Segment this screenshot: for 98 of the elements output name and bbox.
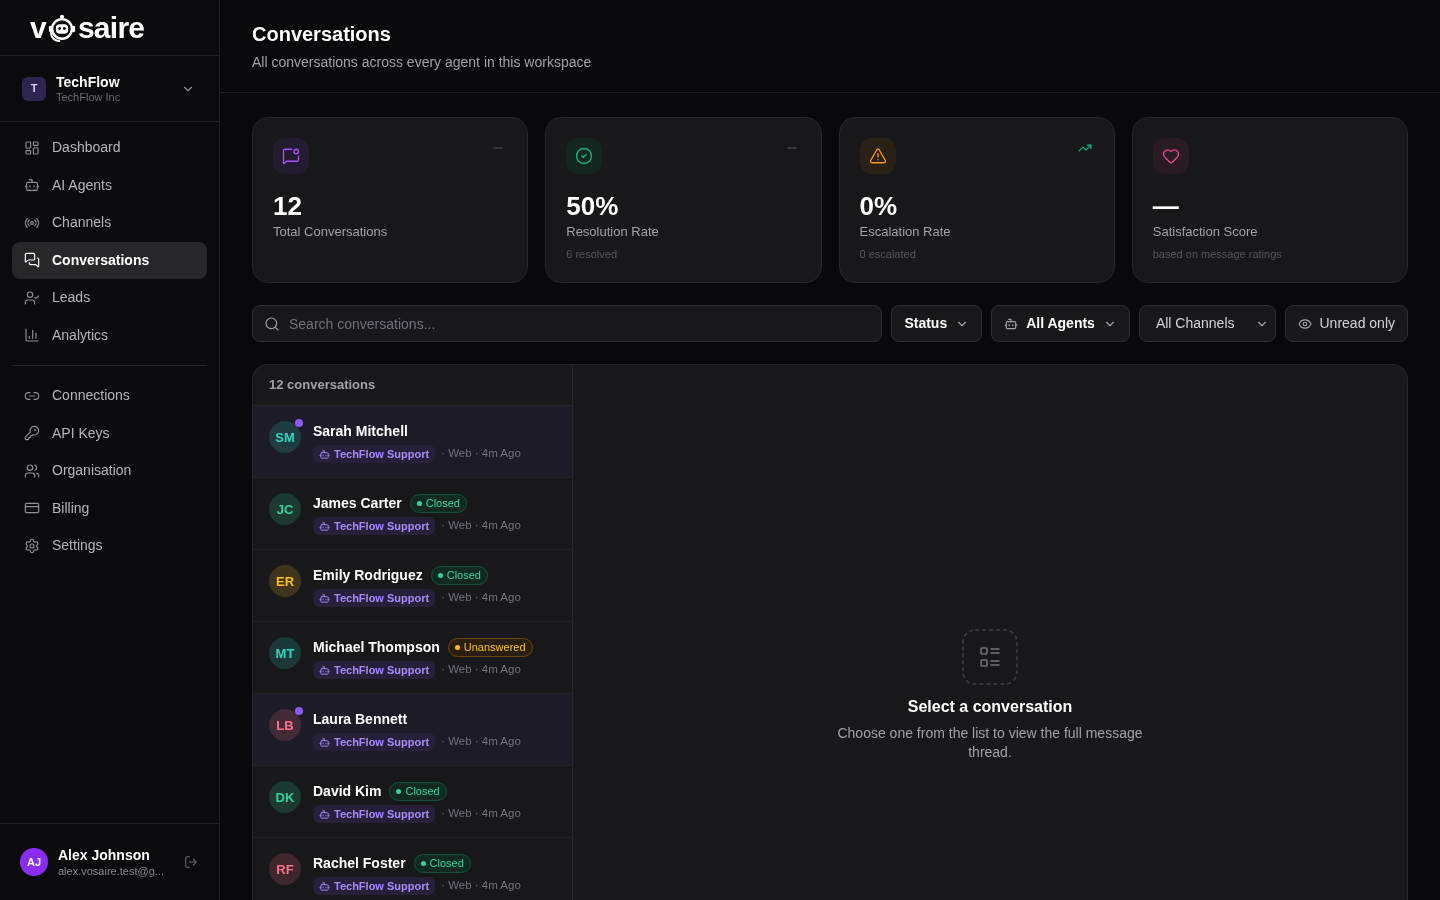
search-field[interactable]: Search conversations... <box>252 305 883 342</box>
contact-name: Laura Bennett <box>313 710 408 729</box>
robot-icon <box>319 736 330 748</box>
stat-note: based on message ratings <box>1152 247 1282 262</box>
contact-name: David Kim <box>313 782 382 801</box>
avatar-initials: ER <box>275 574 295 588</box>
agent-name: TechFlow Support <box>334 664 430 676</box>
search-icon <box>264 315 280 332</box>
user-email: alex.vosaire.test@g... <box>58 863 164 879</box>
contact-name: Michael Thompson <box>313 638 440 657</box>
status-label: Unanswered <box>463 641 526 653</box>
stat-value: 50% <box>566 190 619 222</box>
nav-item[interactable]: Organisation <box>12 452 207 490</box>
nav-item[interactable]: Billing <box>12 489 207 527</box>
robot-icon <box>319 520 330 532</box>
nav-item[interactable]: Dashboard <box>12 129 207 167</box>
agent-name: TechFlow Support <box>334 880 430 892</box>
settings-icon <box>24 537 40 554</box>
layout-grid-icon <box>24 139 40 156</box>
status-label: Closed <box>405 785 440 797</box>
nav-item[interactable]: Leads <box>12 279 207 317</box>
agent-filter[interactable]: All Agents <box>991 305 1130 342</box>
conversation-meta: · Web · 4m Ago <box>441 520 521 532</box>
warning-icon <box>859 138 896 174</box>
key-icon <box>24 425 40 442</box>
avatar-initials: LB <box>276 718 294 732</box>
stat-note: 6 resolved <box>566 247 617 262</box>
workspace-org: TechFlow Inc <box>56 90 121 104</box>
users-icon <box>24 462 40 479</box>
avatar-initials: RF <box>276 862 294 876</box>
eye-icon <box>1297 316 1312 331</box>
page-subtitle: All conversations across every agent in this workspace <box>252 53 593 72</box>
robot-icon <box>24 177 40 194</box>
status-label: Closed <box>429 857 464 869</box>
conversation-meta: · Web · 4m Ago <box>441 808 521 820</box>
stat-value: 0% <box>859 190 898 222</box>
nav-item[interactable]: API Keys <box>12 414 207 452</box>
robot-icon <box>319 808 330 820</box>
robot-icon <box>319 880 330 892</box>
robot-logo-icon <box>46 12 77 43</box>
nav-item[interactable]: Analytics <box>12 316 207 354</box>
conversation-count: 12 conversations <box>269 376 376 395</box>
empty-state-title: Select a conversation <box>907 697 1073 717</box>
status-label: Closed <box>425 497 460 509</box>
stat-label: Resolution Rate <box>566 223 659 241</box>
conversation-row[interactable]: SM Sarah Mitchell TechFlow Support · Web · 4m Ago <box>253 406 572 478</box>
channel-select[interactable]: All Channels <box>1138 305 1276 342</box>
logout-icon[interactable] <box>184 855 198 869</box>
stat-note: 0 escalated <box>859 247 916 262</box>
agent-name: TechFlow Support <box>334 736 430 748</box>
conversation-row[interactable]: LB Laura Bennett TechFlow Support · Web · 4m Ago <box>253 694 572 766</box>
conversation-meta: · Web · 4m Ago <box>441 880 521 892</box>
conversation-meta: · Web · 4m Ago <box>441 664 521 676</box>
avatar-initials: DK <box>275 790 295 804</box>
stat-value: — <box>1152 190 1179 222</box>
unread-toggle[interactable]: Unread only <box>1284 305 1408 342</box>
agent-name: TechFlow Support <box>334 808 430 820</box>
stat-label: Escalation Rate <box>859 223 951 241</box>
nav-item[interactable]: Channels <box>12 204 207 242</box>
contact-name: James Carter <box>313 494 402 513</box>
contact-name: Sarah Mitchell <box>313 422 408 441</box>
agent-name: TechFlow Support <box>334 592 430 604</box>
conversation-meta: · Web · 4m Ago <box>441 736 521 748</box>
contact-name: Emily Rodriguez <box>313 566 423 585</box>
conversation-meta: · Web · 4m Ago <box>441 448 521 460</box>
chat-bubbles-icon <box>24 252 40 269</box>
robot-icon <box>319 664 330 676</box>
workspace-name: TechFlow <box>56 73 121 91</box>
agent-name: TechFlow Support <box>334 448 430 460</box>
nav-item[interactable]: Conversations <box>12 241 207 279</box>
robot-icon <box>319 448 330 460</box>
robot-icon <box>1004 316 1019 331</box>
heart-icon <box>1152 138 1189 174</box>
user-name: Alex Johnson <box>58 845 151 864</box>
avatar-initials: SM <box>275 430 295 444</box>
status-filter[interactable]: Status <box>891 305 983 342</box>
stat-value: 12 <box>273 190 302 222</box>
robot-icon <box>319 592 330 604</box>
nav-item[interactable]: Connections <box>12 377 207 415</box>
avatar-initials: MT <box>275 646 295 660</box>
user-check-icon <box>24 289 40 306</box>
list-icon <box>962 629 1018 685</box>
logo-text: saire <box>77 12 145 43</box>
agent-name: TechFlow Support <box>334 520 430 532</box>
status-label: Closed <box>446 569 481 581</box>
nav-item[interactable]: Settings <box>12 527 207 565</box>
conversation-meta: · Web · 4m Ago <box>441 592 521 604</box>
logo-text: v <box>30 12 46 43</box>
workspace-avatar: T <box>22 76 46 101</box>
stat-label: Satisfaction Score <box>1152 223 1258 241</box>
empty-state-text: Choose one from the list to view the full message thread. <box>836 724 1144 762</box>
user-avatar: AJ <box>20 848 48 876</box>
bar-chart-icon <box>24 327 40 344</box>
nav-item[interactable]: AI Agents <box>12 166 207 204</box>
contact-name: Rachel Foster <box>313 854 406 873</box>
page-title: Conversations <box>252 22 392 47</box>
avatar-initials: JC <box>276 502 294 516</box>
stat-label: Total Conversations <box>273 223 388 241</box>
